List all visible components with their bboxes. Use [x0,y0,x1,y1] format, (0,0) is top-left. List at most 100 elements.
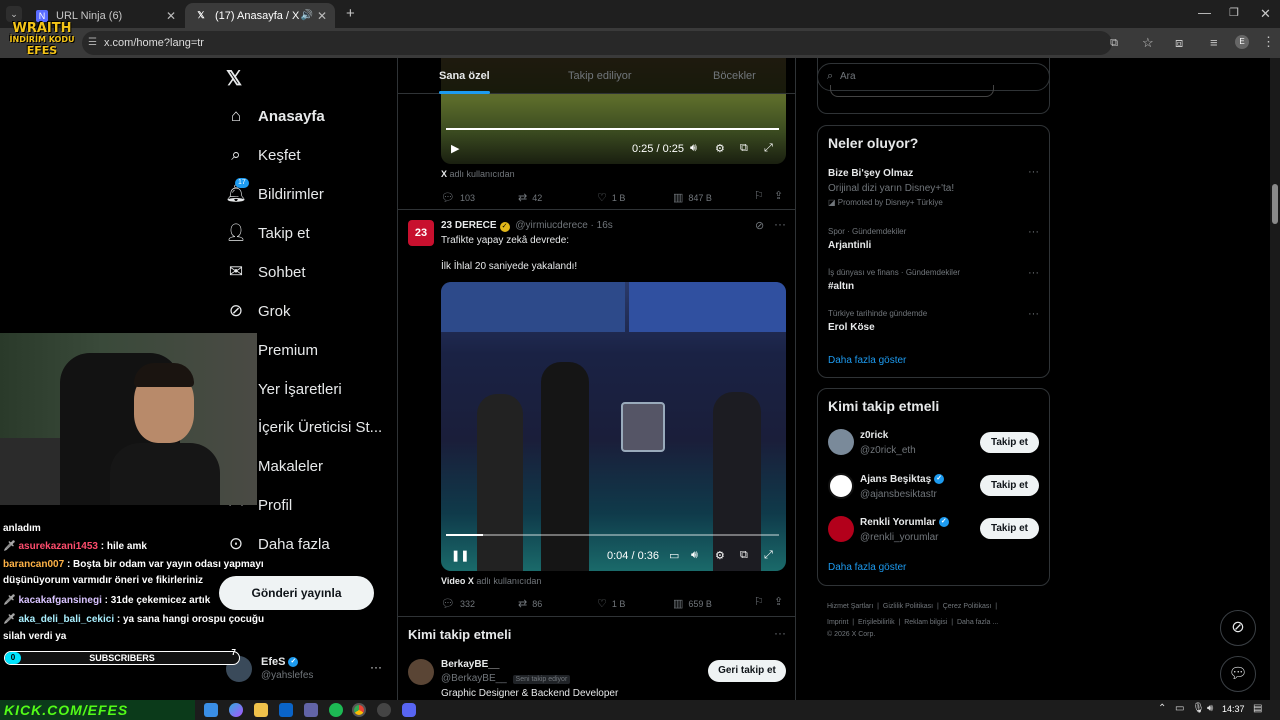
window-close-icon[interactable]: ✕ [1260,6,1271,22]
more-dots-icon[interactable]: ··· [774,217,786,231]
tray-chevron-icon[interactable]: ⌃ [1158,703,1166,714]
obs-icon[interactable] [377,703,391,717]
settings-gear-icon[interactable]: ⚙ [715,142,725,155]
follow-button[interactable]: Takip et [980,475,1039,496]
views-button[interactable]: ▥ 847 B [673,191,712,204]
follow-back-button[interactable]: Geri takip et [708,660,786,682]
close-icon[interactable]: ✕ [166,9,176,23]
post-handle[interactable]: @yirmiucderece [515,220,587,231]
follow-button[interactable]: Takip et [980,432,1039,453]
profile-avatar[interactable]: E [1235,35,1249,49]
video-source-name[interactable]: Video X [441,576,474,586]
tab-bugs[interactable]: Böcekler [713,58,756,94]
clock[interactable]: 14:37 [1222,704,1245,714]
tab-x-home[interactable]: 𝕏 (17) Anasayfa / X 🔊 ✕ [185,3,335,28]
sidebar-item-follow[interactable]: 👤︎ Takip et [225,218,310,248]
footer-link[interactable]: Hizmet Şartları [827,603,873,610]
notification-center-icon[interactable]: ▤ [1253,703,1262,714]
avatar[interactable]: 23 [408,220,434,246]
minimize-icon[interactable]: — [1198,5,1211,20]
sidebar-item-notifications[interactable]: 🔔︎ 17 Bildirimler [225,178,324,209]
star-icon[interactable]: ☆ [1142,35,1154,51]
page-scrollbar[interactable] [1270,58,1280,700]
sidebar-item-home[interactable]: ⌂ Anasayfa [226,101,325,131]
extensions-icon[interactable]: ⧈ [1175,35,1183,51]
pip-icon[interactable]: ⧉ [740,549,748,562]
volume-icon[interactable]: 🔊︎ [1207,703,1213,714]
footer-link[interactable]: Daha fazla ... [957,619,998,626]
fullscreen-icon[interactable]: ⤢ [764,142,773,155]
url-field[interactable]: ☰ x.com/home?lang=tr ⧉ [82,31,1118,55]
speaker-icon[interactable]: 🔊 [301,10,313,21]
install-icon[interactable]: ⧉ [1110,31,1118,55]
video-progress-track[interactable] [446,534,779,536]
share-button[interactable]: ⇪ [774,595,788,608]
new-tab-button[interactable]: + [346,5,355,22]
scrollbar-thumb[interactable] [1272,184,1278,224]
tab-following[interactable]: Takip ediliyor [568,58,632,94]
captions-icon[interactable]: ▭ [669,549,679,562]
follow-button[interactable]: Takip et [980,518,1039,539]
network-icon[interactable]: ▭ [1175,703,1184,714]
like-button[interactable]: ♡ 1 B [597,597,625,610]
play-icon[interactable]: ▶ [451,142,459,155]
more-dots-icon[interactable]: ··· [370,660,382,674]
close-icon[interactable]: ✕ [317,9,327,23]
reply-button[interactable]: 💬︎ 103 [441,191,475,204]
site-info-icon[interactable]: ☰ [88,31,97,55]
footer-link[interactable]: Reklam bilgisi [904,619,947,626]
teams-icon[interactable] [304,703,318,717]
premium-subscribe-button[interactable] [830,85,994,97]
repost-button[interactable]: ⇄ 42 [518,191,542,204]
fullscreen-icon[interactable]: ⤢ [764,549,773,562]
grok-icon[interactable]: ⊘ [755,219,764,232]
chat-float-button[interactable]: 💬︎ [1220,656,1256,692]
views-button[interactable]: ▥ 659 B [673,597,712,610]
more-dots-icon[interactable]: ··· [774,626,786,640]
windows-start-icon[interactable] [204,703,218,717]
more-dots-icon[interactable]: ··· [1028,226,1039,238]
pip-icon[interactable]: ⧉ [740,142,748,155]
discord-icon[interactable] [402,703,416,717]
x-logo-icon[interactable]: 𝕏 [226,66,242,91]
grok-float-button[interactable]: ⊘ [1220,610,1256,646]
restore-icon[interactable]: ❐ [1229,6,1239,19]
tab-search-icon[interactable]: ⌄ [6,6,22,22]
volume-icon[interactable]: 🔊︎ [691,549,698,562]
account-switcher[interactable]: EfeS ✓ @yahslefes ··· [226,654,386,684]
pause-icon[interactable]: ❚❚ [451,549,469,562]
media-icon[interactable]: ≡ [1210,35,1218,50]
menu-kebab-icon[interactable]: ⋮ [1262,34,1275,50]
outlook-icon[interactable] [279,703,293,717]
file-explorer-icon[interactable] [254,703,268,717]
share-button[interactable]: ⇪ [774,189,788,202]
sidebar-item-explore[interactable]: ⌕ Keşfet [226,140,300,170]
more-dots-icon[interactable]: ··· [1028,166,1039,178]
show-more-link[interactable]: Daha fazla göster [828,355,906,366]
user-name[interactable]: BerkayBE__ [441,659,499,670]
show-more-link[interactable]: Daha fazla göster [828,562,906,573]
video-source-name[interactable]: X [441,169,447,179]
more-dots-icon[interactable]: ··· [1028,308,1039,320]
post-author[interactable]: 23 DERECE [441,220,497,231]
sidebar-item-chat[interactable]: ✉ Sohbet [226,257,306,287]
bookmark-button[interactable]: ⚐ [754,595,769,608]
volume-icon[interactable]: 🔊︎ [690,142,697,155]
repost-button[interactable]: ⇄ 86 [518,597,542,610]
video-player[interactable]: ❚❚ 0:04 / 0:36 ▭ 🔊︎ ⚙ ⧉ ⤢ [441,282,786,571]
microphone-icon[interactable]: 🎙︎ [1192,703,1205,714]
bookmark-button[interactable]: ⚐ [754,189,769,202]
post-time[interactable]: · 16s [591,220,613,231]
settings-gear-icon[interactable]: ⚙ [715,549,725,562]
footer-link[interactable]: Imprint [827,619,848,626]
avatar[interactable] [408,659,434,685]
spotify-icon[interactable] [329,703,343,717]
like-button[interactable]: ♡ 1 B [597,191,625,204]
copilot-icon[interactable] [229,703,243,717]
tab-for-you[interactable]: Sana özel [439,58,490,94]
footer-link[interactable]: Erişilebilirlik [858,619,895,626]
footer-link[interactable]: Çerez Politikası [943,603,992,610]
video-progress-track[interactable] [446,128,779,130]
footer-link[interactable]: Gizlilik Politikası [883,603,933,610]
post-card[interactable]: 23 23 DERECE ✓ @yirmiucderece · 16s ⊘ ···… [398,211,795,617]
